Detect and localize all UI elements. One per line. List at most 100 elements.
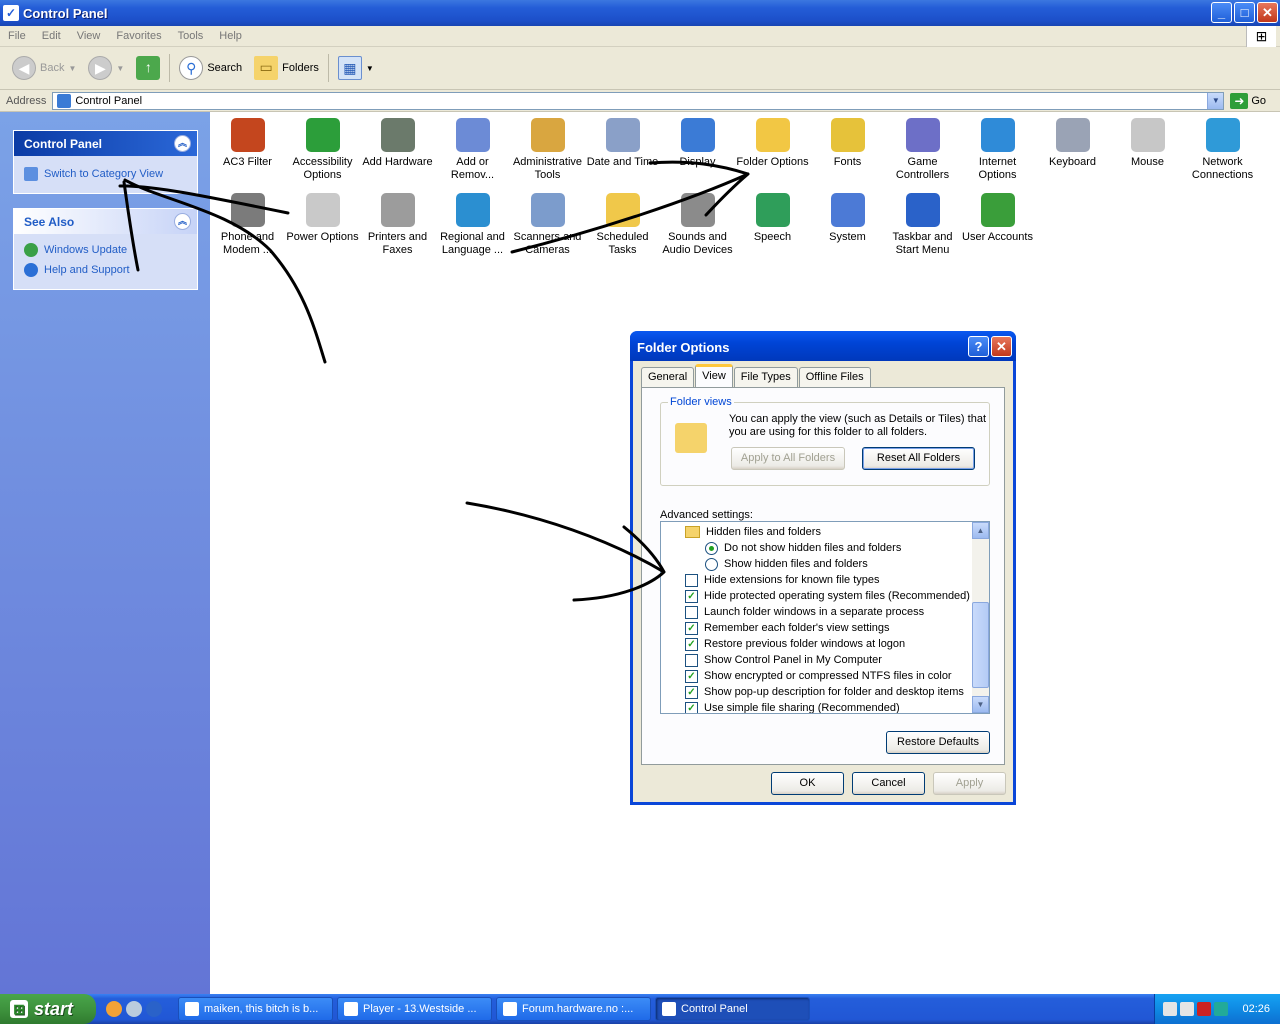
ati-icon[interactable]: [1197, 1002, 1211, 1016]
cp-item-folder-options[interactable]: Folder Options: [735, 118, 810, 169]
checkbox[interactable]: ✓: [685, 589, 698, 603]
cancel-button[interactable]: Cancel: [852, 772, 925, 795]
setting-item[interactable]: ✓ Remember each folder's view settings: [685, 620, 890, 636]
ok-button[interactable]: OK: [771, 772, 844, 795]
cp-item-speech[interactable]: Speech: [735, 193, 810, 244]
cp-item-system[interactable]: System: [810, 193, 885, 244]
checkbox[interactable]: ✓: [685, 685, 698, 699]
cp-item-add-hardware[interactable]: Add Hardware: [360, 118, 435, 169]
checkbox[interactable]: ✓: [685, 701, 698, 713]
search-button[interactable]: ⚲ Search: [173, 51, 248, 85]
checkbox[interactable]: [685, 653, 698, 667]
cp-item-taskbar-and-start-menu[interactable]: Taskbar and Start Menu: [885, 193, 960, 257]
apply-button[interactable]: Apply: [933, 772, 1006, 795]
menu-favorites[interactable]: Favorites: [108, 30, 169, 42]
cp-item-date-and-time[interactable]: Date and Time: [585, 118, 660, 169]
cp-item-scheduled-tasks[interactable]: Scheduled Tasks: [585, 193, 660, 257]
dialog-close-button[interactable]: ✕: [991, 336, 1012, 357]
help-button[interactable]: ?: [968, 336, 989, 357]
section-header[interactable]: See Also ︽: [14, 209, 197, 234]
setting-item[interactable]: ✓ Restore previous folder windows at logo…: [685, 636, 905, 652]
cp-item-regional-and-language[interactable]: Regional and Language ...: [435, 193, 510, 257]
setting-item[interactable]: ✓ Show pop-up description for folder and …: [685, 684, 964, 700]
cp-item-power-options[interactable]: Power Options: [285, 193, 360, 244]
cp-item-ac3-filter[interactable]: AC3 Filter: [210, 118, 285, 169]
menu-file[interactable]: File: [0, 30, 34, 42]
menu-help[interactable]: Help: [211, 30, 250, 42]
forward-button[interactable]: ▶ ▼: [82, 51, 130, 85]
help-and-support-link[interactable]: Help and Support: [24, 260, 187, 280]
menu-view[interactable]: View: [69, 30, 109, 42]
close-button[interactable]: ✕: [1257, 2, 1278, 23]
setting-item[interactable]: ✓ Use simple file sharing (Recommended): [685, 700, 900, 713]
cp-item-fonts[interactable]: Fonts: [810, 118, 885, 169]
cp-item-printers-and-faxes[interactable]: Printers and Faxes: [360, 193, 435, 257]
tab-file-types[interactable]: File Types: [733, 367, 798, 387]
taskbar-button[interactable]: Forum.hardware.no :...: [496, 997, 651, 1021]
section-header[interactable]: Control Panel ︽: [14, 131, 197, 156]
settings-scrollbar[interactable]: ▲ ▼: [972, 522, 989, 713]
checkbox[interactable]: [685, 605, 698, 619]
views-button[interactable]: ▦ ▼: [332, 51, 380, 85]
up-folder-button[interactable]: ↑: [130, 51, 166, 85]
go-button[interactable]: ➜ Go: [1230, 92, 1266, 109]
cp-item-keyboard[interactable]: Keyboard: [1035, 118, 1110, 169]
forward-dropdown-icon[interactable]: ▼: [116, 64, 124, 73]
setting-item[interactable]: Do not show hidden files and folders: [705, 540, 901, 556]
menu-edit[interactable]: Edit: [34, 30, 69, 42]
apply-to-all-folders-button[interactable]: Apply to All Folders: [731, 447, 845, 470]
setting-item[interactable]: ✓ Hide protected operating system files (…: [685, 588, 970, 604]
setting-item[interactable]: Hide extensions for known file types: [685, 572, 879, 588]
setting-item[interactable]: Show hidden files and folders: [705, 556, 868, 572]
firefox-icon[interactable]: [106, 1001, 122, 1017]
desktop-icon[interactable]: [126, 1001, 142, 1017]
volume-icon[interactable]: [1180, 1002, 1194, 1016]
restore-defaults-button[interactable]: Restore Defaults: [886, 731, 990, 754]
menu-tools[interactable]: Tools: [170, 30, 212, 42]
tray-app-icon[interactable]: [1214, 1002, 1228, 1016]
windows-update-link[interactable]: Windows Update: [24, 240, 187, 260]
start-button[interactable]: ⊞ start: [0, 994, 96, 1024]
collapse-chevron-icon[interactable]: ︽: [174, 135, 191, 152]
back-button[interactable]: ◀ Back ▼: [6, 51, 82, 85]
address-dropdown-icon[interactable]: ▼: [1207, 92, 1224, 109]
cp-item-accessibility-options[interactable]: Accessibility Options: [285, 118, 360, 182]
folders-button[interactable]: ▭ Folders: [248, 51, 325, 85]
taskbar-button[interactable]: maiken, this bitch is b...: [178, 997, 333, 1021]
tab-offline-files[interactable]: Offline Files: [798, 367, 871, 387]
cp-item-internet-options[interactable]: Internet Options: [960, 118, 1035, 182]
setting-item[interactable]: Show Control Panel in My Computer: [685, 652, 882, 668]
cp-item-display[interactable]: Display: [660, 118, 735, 169]
back-dropdown-icon[interactable]: ▼: [68, 64, 76, 73]
media-player-icon[interactable]: [146, 1001, 162, 1017]
checkbox[interactable]: ✓: [685, 621, 698, 635]
checkbox[interactable]: ✓: [685, 637, 698, 651]
cp-item-game-controllers[interactable]: Game Controllers: [885, 118, 960, 182]
checkbox[interactable]: ✓: [685, 669, 698, 683]
taskbar-button[interactable]: Control Panel: [655, 997, 810, 1021]
switch-to-category-view-link[interactable]: Switch to Category View: [24, 164, 187, 184]
address-input[interactable]: Control Panel ▼: [52, 91, 1225, 110]
cp-item-phone-and-modem[interactable]: Phone and Modem ...: [210, 193, 285, 257]
cp-item-sounds-and-audio-devices[interactable]: Sounds and Audio Devices: [660, 193, 735, 257]
scroll-up-icon[interactable]: ▲: [972, 522, 989, 539]
radio-button[interactable]: [705, 541, 718, 555]
setting-item[interactable]: Launch folder windows in a separate proc…: [685, 604, 924, 620]
setting-item[interactable]: ✓ Show encrypted or compressed NTFS files…: [685, 668, 952, 684]
radio-button[interactable]: [705, 557, 718, 571]
maximize-button[interactable]: □: [1234, 2, 1255, 23]
cp-item-user-accounts[interactable]: User Accounts: [960, 193, 1035, 244]
tab-view[interactable]: View: [695, 364, 733, 387]
scroll-thumb[interactable]: [972, 602, 989, 688]
scroll-down-icon[interactable]: ▼: [972, 696, 989, 713]
tab-general[interactable]: General: [641, 367, 695, 387]
cp-item-administrative-tools[interactable]: Administrative Tools: [510, 118, 585, 182]
cp-item-scanners-and-cameras[interactable]: Scanners and Cameras: [510, 193, 585, 257]
cp-item-mouse[interactable]: Mouse: [1110, 118, 1185, 169]
cp-item-network-connections[interactable]: Network Connections: [1185, 118, 1260, 182]
advanced-settings-list[interactable]: ▲ ▼ Hidden files and folders Do not show …: [660, 521, 990, 714]
collapse-chevron-icon[interactable]: ︽: [174, 213, 191, 230]
reset-all-folders-button[interactable]: Reset All Folders: [862, 447, 975, 470]
checkbox[interactable]: [685, 573, 698, 587]
minimize-button[interactable]: _: [1211, 2, 1232, 23]
